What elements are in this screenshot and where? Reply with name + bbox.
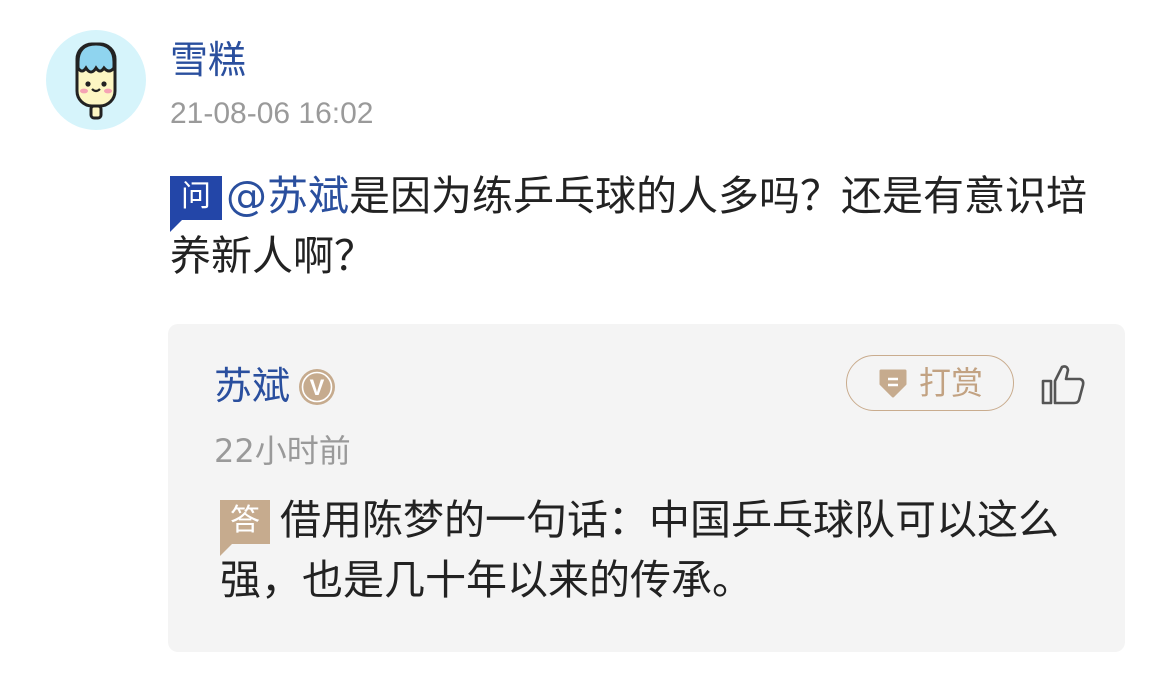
answer-text: 答借用陈梦的一句话：中国乒乓球队可以这么强，也是几十年以来的传承。 bbox=[220, 490, 1080, 610]
tip-button[interactable]: 打赏 bbox=[846, 355, 1014, 411]
answer-badge: 答 bbox=[220, 500, 270, 556]
mention-link[interactable]: @苏斌 bbox=[226, 172, 349, 220]
answer-author[interactable]: 苏斌 bbox=[214, 362, 290, 410]
avatar[interactable] bbox=[46, 30, 146, 130]
thumbs-up-icon[interactable] bbox=[1040, 362, 1086, 406]
verified-badge-text: V bbox=[310, 375, 325, 400]
tip-label: 打赏 bbox=[919, 364, 984, 402]
comment-page: 雪糕 21-08-06 16:02 问 @苏斌是因为练乒乓球的人多吗？还是有意识培… bbox=[0, 0, 1170, 691]
answer-time: 22小时前 bbox=[214, 432, 351, 470]
answer-body: 借用陈梦的一句话：中国乒乓球队可以这么强，也是几十年以来的传承。 bbox=[220, 496, 1059, 604]
verified-v-icon: V bbox=[299, 369, 335, 405]
gem-icon bbox=[879, 369, 907, 398]
post-timestamp: 21-08-06 16:02 bbox=[170, 97, 374, 130]
question-text: 问 @苏斌是因为练乒乓球的人多吗？还是有意识培养新人啊？ bbox=[170, 166, 1110, 286]
answer-card: 苏斌 V 打赏 22小时前 答借用陈梦的一句话：中国乒乓球队可以这么强，也是几十… bbox=[168, 324, 1125, 652]
question-badge: 问 bbox=[170, 176, 222, 232]
ice-cream-avatar-icon bbox=[75, 42, 117, 120]
post-author[interactable]: 雪糕 bbox=[170, 36, 246, 84]
